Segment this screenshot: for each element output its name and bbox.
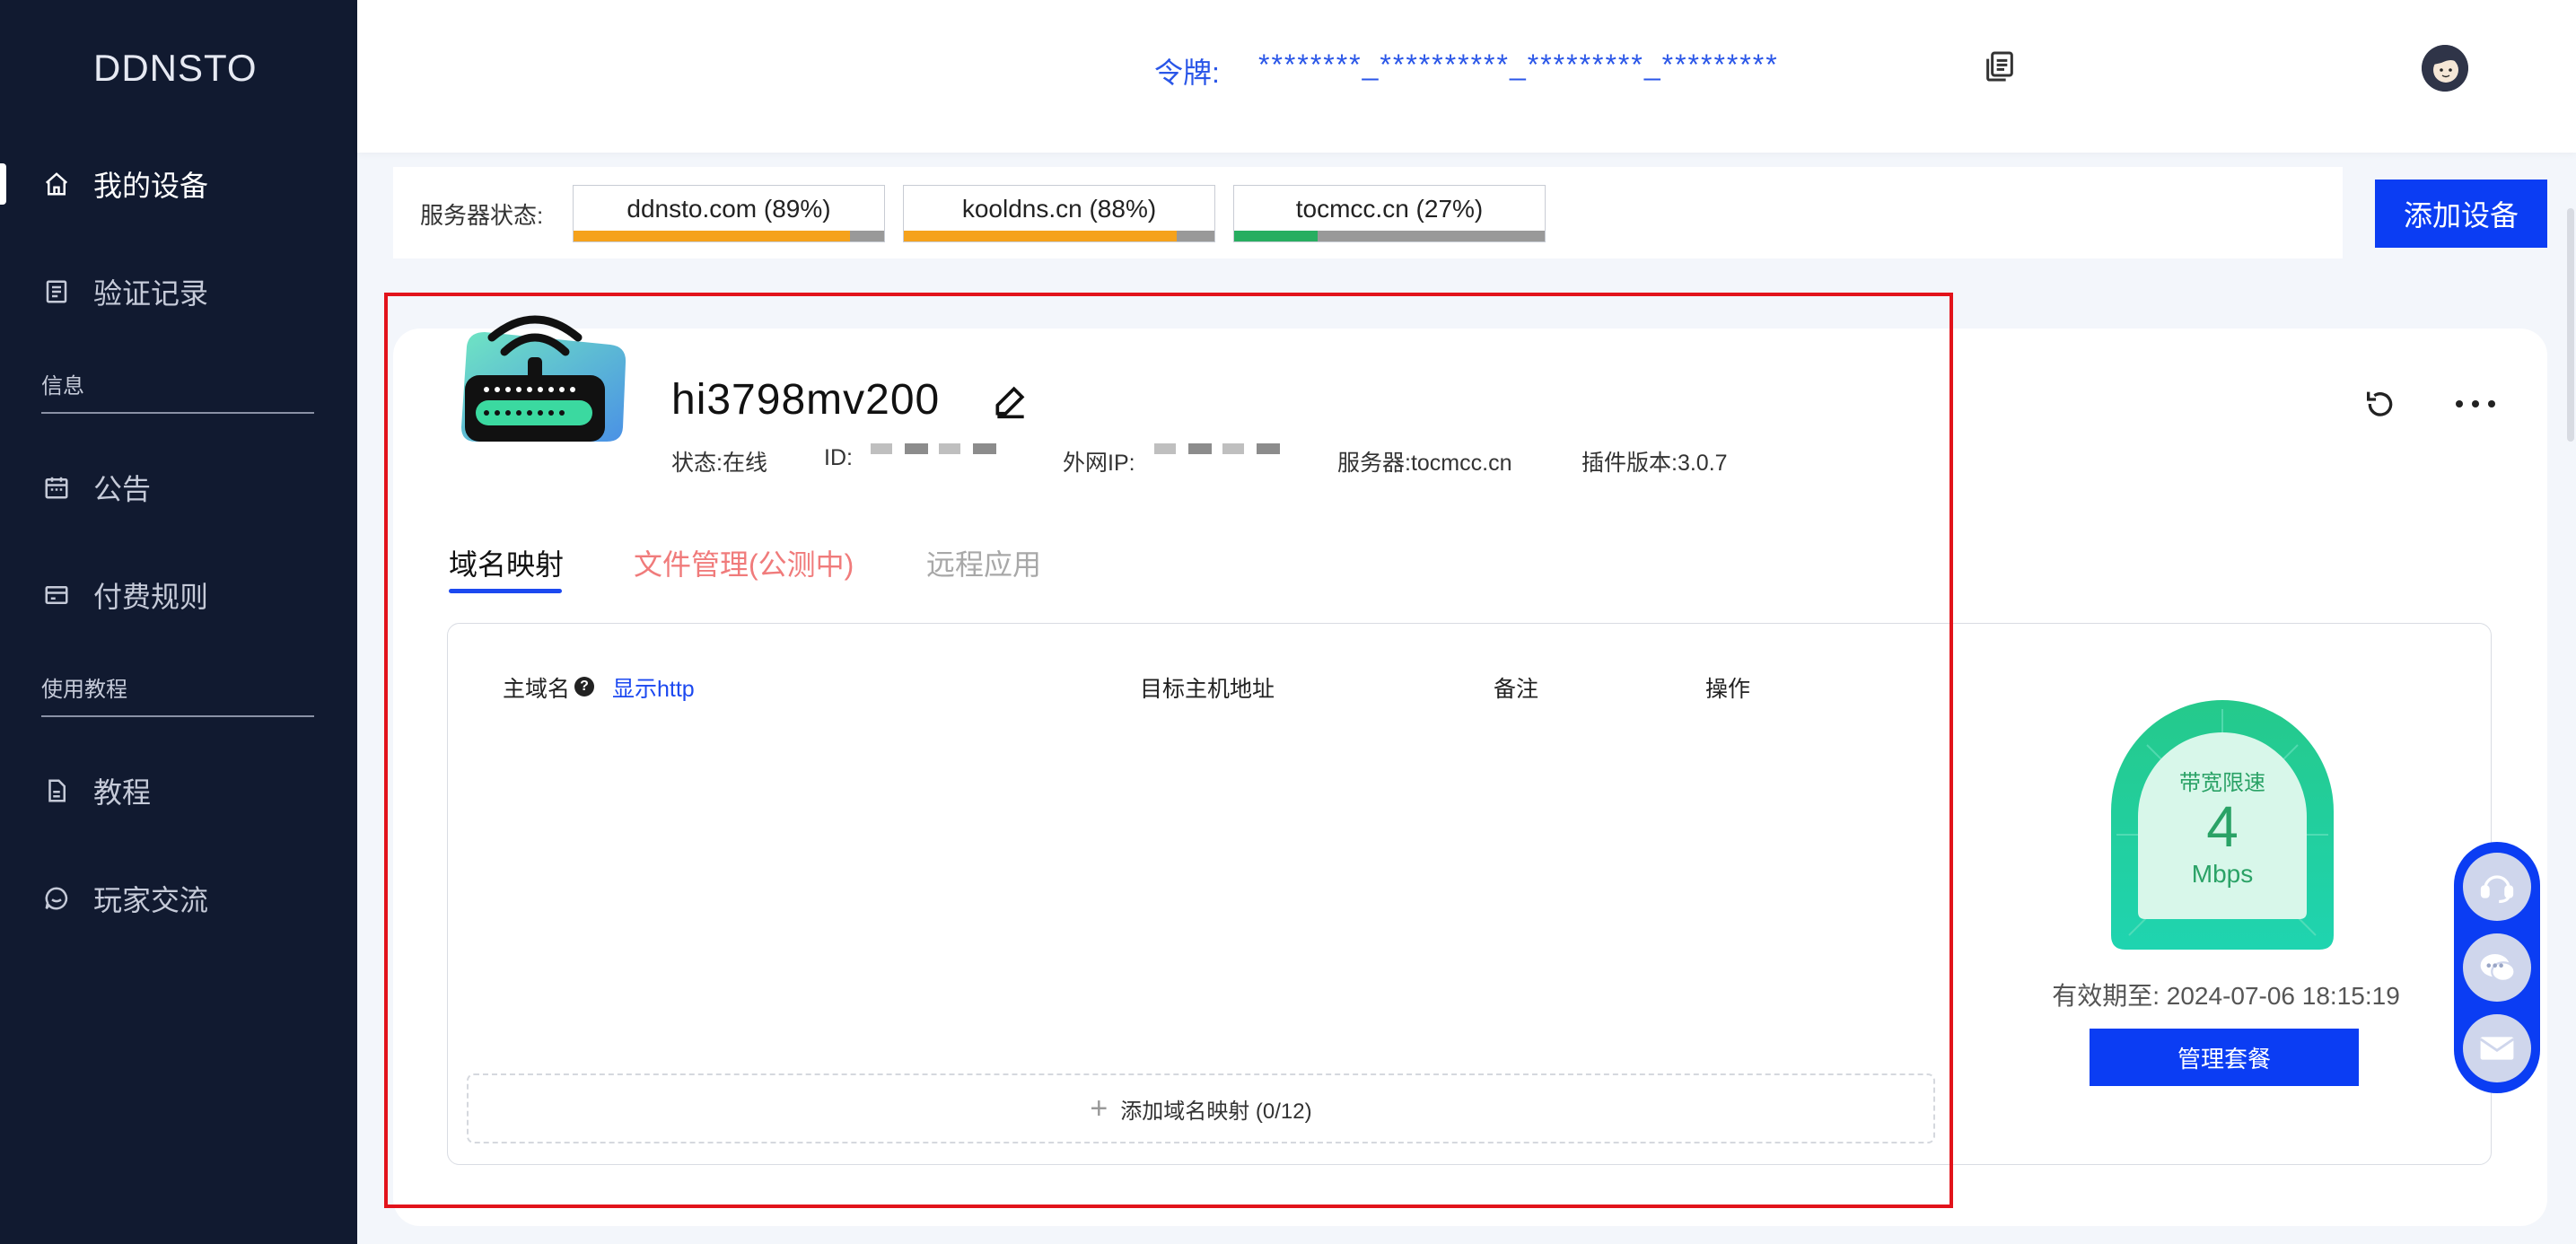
add-mapping-label: 添加域名映射 (0/12) — [1120, 1099, 1312, 1124]
server-load-track — [574, 231, 884, 241]
bandwidth-unit: Mbps — [2191, 860, 2254, 888]
help-icon[interactable]: ? — [574, 677, 594, 696]
router-icon — [449, 311, 628, 454]
sidebar-item-label: 公告 — [93, 473, 152, 505]
manage-plan-button[interactable]: 管理套餐 — [2090, 1029, 2359, 1086]
device-plugin-version: 插件版本:3.0.7 — [1582, 451, 1728, 476]
sidebar-item-tutorials[interactable]: 教程 — [0, 759, 357, 822]
active-tab-indicator — [449, 589, 562, 593]
expiry-date: 有效期至: 2024-07-06 18:15:19 — [2052, 982, 2400, 1010]
server-pill-kooldns: kooldns.cn (88%) — [903, 185, 1215, 242]
sidebar-item-announcements[interactable]: 公告 — [0, 456, 357, 519]
chat-icon — [41, 883, 72, 914]
token-value: ********_**********_*********_********* — [1258, 48, 1779, 81]
sidebar-item-community[interactable]: 玩家交流 — [0, 867, 357, 930]
device-id-label: ID: — [824, 445, 853, 470]
refresh-icon[interactable] — [2362, 386, 2398, 422]
app-logo: DDNSTO — [93, 47, 258, 89]
chat-bubble-icon[interactable] — [2463, 933, 2531, 1002]
card-icon — [41, 580, 72, 610]
mail-icon[interactable] — [2463, 1014, 2531, 1082]
tab-file-management[interactable]: 文件管理(公测中) — [634, 542, 854, 583]
tab-remote-apps[interactable]: 远程应用 — [926, 542, 1041, 583]
sidebar-item-label: 教程 — [93, 776, 152, 809]
sidebar-item-label: 我的设备 — [93, 170, 209, 202]
device-server: 服务器:tocmcc.cn — [1337, 451, 1512, 476]
server-load-fill — [1234, 231, 1319, 241]
tab-domain-mapping[interactable]: 域名映射 — [449, 542, 564, 583]
device-status: 状态:在线 — [671, 451, 767, 476]
server-status-label: 服务器状态: — [420, 202, 544, 229]
device-name: hi3798mv200 — [671, 376, 941, 424]
sidebar-item-verify-log[interactable]: 验证记录 — [0, 260, 357, 323]
device-ip-redacted — [1154, 443, 1284, 454]
sidebar-item-label: 玩家交流 — [93, 884, 209, 916]
column-header-note: 备注 — [1494, 677, 1539, 702]
bandwidth-badge: 带宽限速 4 Mbps — [2111, 700, 2334, 951]
token-label: 令牌: — [1154, 57, 1220, 89]
copy-icon[interactable] — [1982, 48, 2018, 84]
document-icon — [41, 775, 72, 806]
sidebar: DDNSTO 我的设备 验证记录 信息 公告 付费规则 使用教程 教程 玩家交流 — [0, 0, 357, 1244]
sidebar-item-label: 付费规则 — [93, 581, 209, 613]
column-header-domain: 主域名 — [503, 677, 571, 702]
sidebar-item-label: 验证记录 — [93, 277, 209, 310]
server-status-bar: 服务器状态: ddnsto.com (89%) kooldns.cn (88%)… — [393, 167, 2343, 258]
server-name: kooldns.cn (88%) — [961, 195, 1157, 223]
bandwidth-value: 4 — [2206, 794, 2239, 859]
column-header-action: 操作 — [1705, 677, 1751, 702]
server-load-track — [904, 231, 1214, 241]
floating-support-bar — [2454, 842, 2540, 1093]
column-header-target: 目标主机地址 — [1140, 677, 1275, 702]
show-http-link[interactable]: 显示http — [612, 671, 695, 704]
plus-icon: + — [1090, 1091, 1108, 1126]
section-label-tutorial: 使用教程 — [41, 671, 314, 717]
home-icon — [41, 169, 72, 199]
sidebar-item-my-devices[interactable]: 我的设备 — [0, 153, 357, 215]
more-options-icon[interactable] — [2450, 386, 2501, 422]
customer-service-icon[interactable] — [2463, 853, 2531, 921]
section-label-info: 信息 — [41, 368, 314, 414]
list-icon — [41, 276, 72, 307]
add-domain-mapping-button[interactable]: + 添加域名映射 (0/12) — [467, 1073, 1935, 1143]
server-load-track — [1234, 231, 1545, 241]
server-name: ddnsto.com (89%) — [626, 195, 831, 223]
server-load-fill — [574, 231, 850, 241]
device-id-redacted — [871, 443, 1000, 454]
edit-icon[interactable] — [991, 381, 1030, 420]
server-name: tocmcc.cn (27%) — [1295, 195, 1484, 223]
calendar-icon — [41, 472, 72, 503]
sidebar-item-pricing-rules[interactable]: 付费规则 — [0, 564, 357, 626]
add-device-button[interactable]: 添加设备 — [2375, 180, 2547, 248]
server-pill-tocmcc: tocmcc.cn (27%) — [1233, 185, 1546, 242]
device-ip-label: 外网IP: — [1063, 451, 1135, 476]
avatar[interactable] — [2422, 45, 2468, 92]
bandwidth-title: 带宽限速 — [2179, 771, 2265, 795]
server-pill-ddnsto: ddnsto.com (89%) — [573, 185, 885, 242]
server-load-fill — [904, 231, 1178, 241]
page-scrollbar[interactable] — [2567, 208, 2574, 442]
